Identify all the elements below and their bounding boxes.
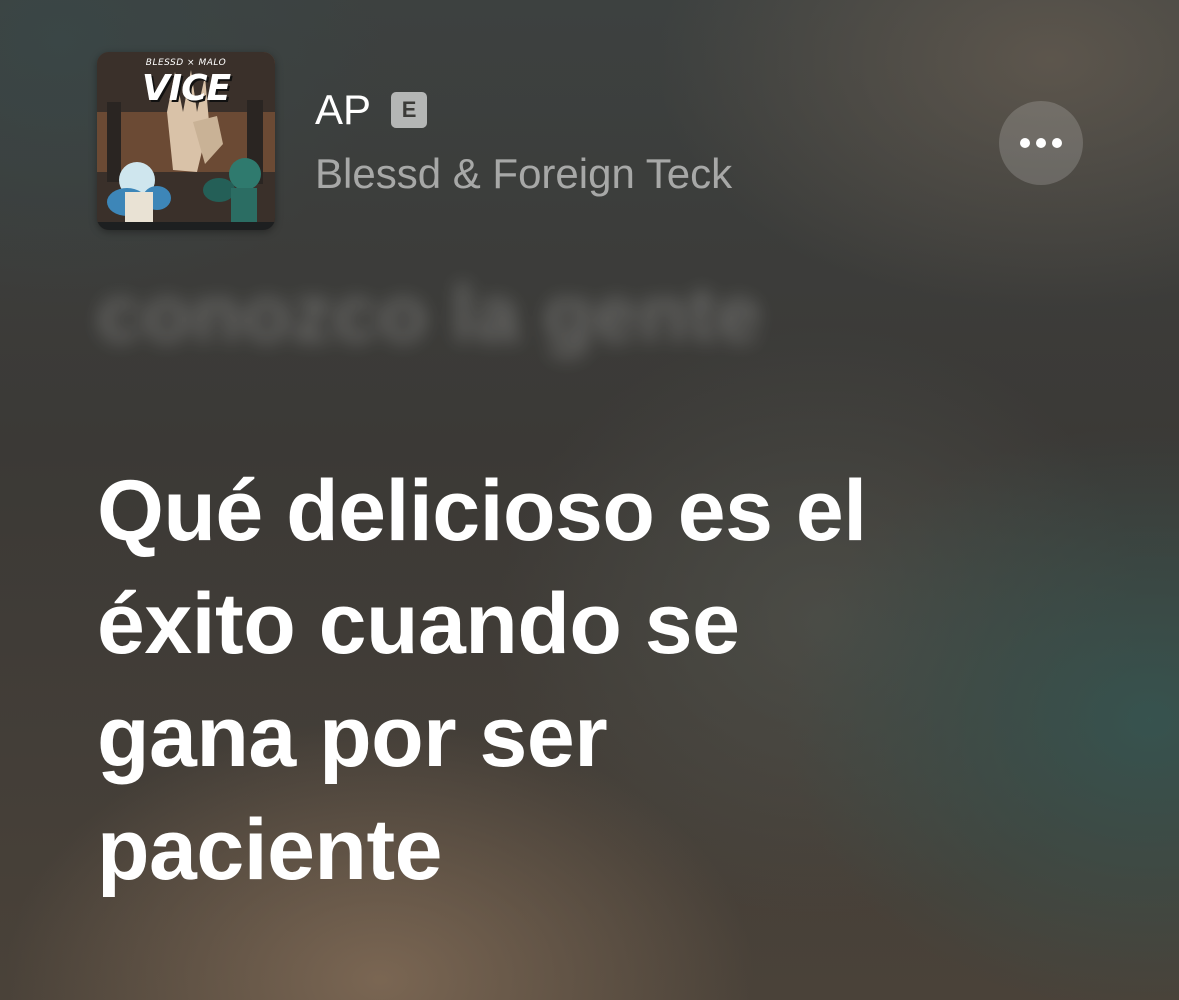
- album-artwork[interactable]: BLESSD × MALO VICE: [97, 52, 275, 230]
- lyric-line: Qué delicioso es el: [97, 463, 867, 559]
- track-info: AP E Blessd & Foreign Teck: [315, 86, 732, 198]
- lyric-line: éxito cuando se: [97, 576, 740, 672]
- track-title-row: AP E: [315, 86, 732, 134]
- album-artwork-top-text: BLESSD × MALO: [145, 58, 227, 68]
- lyric-line: gana por ser: [97, 689, 608, 785]
- album-artwork-title: VICE: [141, 68, 231, 109]
- track-title[interactable]: AP: [315, 86, 371, 134]
- more-options-button[interactable]: [999, 101, 1083, 185]
- artist-name[interactable]: Blessd & Foreign Teck: [315, 150, 732, 198]
- current-lyrics[interactable]: Qué delicioso es el éxito cuando se gana…: [97, 455, 1117, 907]
- ellipsis-icon: [1036, 138, 1046, 148]
- ellipsis-icon: [1052, 138, 1062, 148]
- ellipsis-icon: [1020, 138, 1030, 148]
- lyric-line: paciente: [97, 802, 442, 898]
- previous-lyric-line[interactable]: conozco la gente: [97, 268, 762, 360]
- now-playing-header: BLESSD × MALO VICE AP E Blessd & Foreign…: [97, 52, 1087, 232]
- explicit-icon: E: [391, 92, 428, 128]
